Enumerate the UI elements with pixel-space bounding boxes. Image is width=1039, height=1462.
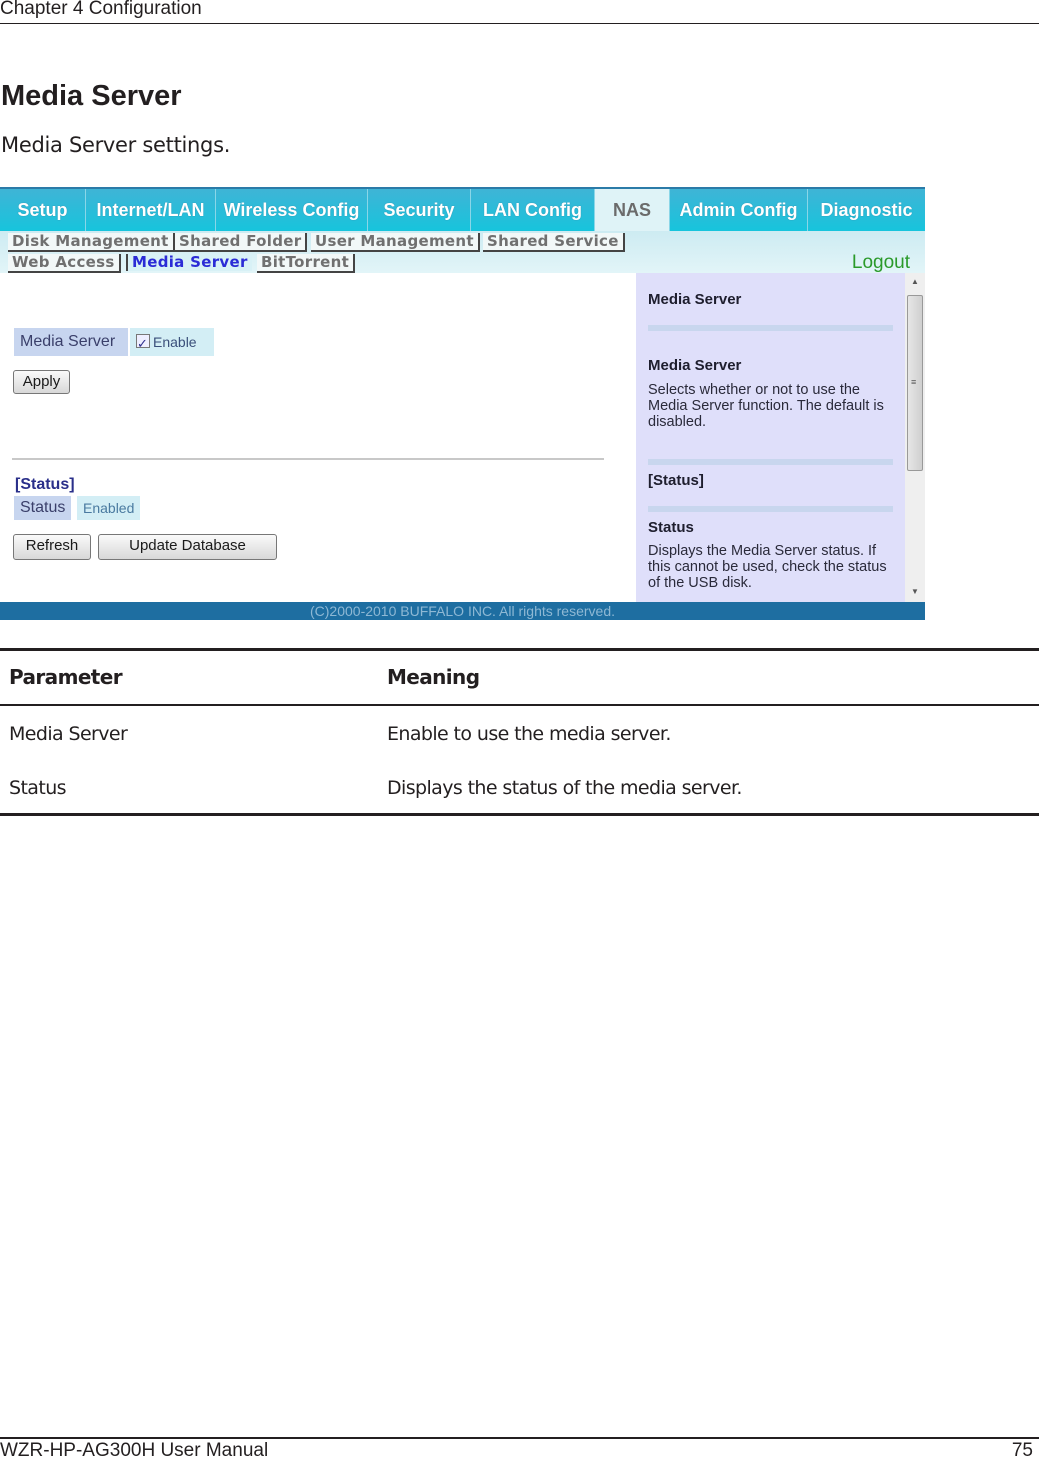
subtab-media-server[interactable]: Media Server: [126, 254, 252, 271]
enable-label: Enable: [153, 334, 197, 350]
table-top-rule: [0, 648, 1039, 651]
status-heading: [Status]: [15, 476, 75, 493]
help-scrollbar[interactable]: ▲ ≡ ▼: [905, 273, 925, 602]
subtab-user-management[interactable]: User Management: [311, 233, 480, 252]
tab-security[interactable]: Security: [368, 189, 471, 231]
sub-nav: Disk Management Shared Folder User Manag…: [0, 231, 925, 273]
status-label: Status: [14, 496, 72, 520]
help-item1-text: Selects whether or not to use the Media …: [648, 382, 884, 430]
tab-admin-config[interactable]: Admin Config: [670, 189, 808, 231]
table-bottom-rule: [0, 813, 1039, 816]
table-header-rule: [0, 704, 1039, 706]
page-subtitle: Media Server settings.: [1, 133, 231, 157]
subtab-disk-management[interactable]: Disk Management: [8, 233, 175, 252]
settings-panel: Media Server Enable Apply [Status] Statu…: [0, 273, 636, 602]
help-title: Media Server: [648, 291, 742, 308]
subtab-shared-service[interactable]: Shared Service: [483, 233, 625, 252]
apply-button[interactable]: Apply: [13, 370, 70, 394]
help-status-heading: [Status]: [648, 472, 704, 489]
subtab-bittorrent[interactable]: BitTorrent: [257, 254, 356, 273]
help-divider: [648, 459, 893, 465]
table-header-meaning: Meaning: [387, 665, 480, 689]
header-rule: [0, 23, 1039, 24]
logout-link[interactable]: Logout: [852, 252, 910, 274]
tab-internet-lan[interactable]: Internet/LAN: [86, 189, 216, 231]
table-cell-parameter: Status: [9, 777, 67, 799]
tab-wireless-config[interactable]: Wireless Config: [216, 189, 368, 231]
table-header-parameter: Parameter: [9, 665, 123, 689]
help-item2-text: Displays the Media Server status. If thi…: [648, 543, 887, 591]
tab-diagnostic[interactable]: Diagnostic: [808, 189, 925, 231]
scrollbar-thumb[interactable]: ≡: [907, 295, 923, 471]
help-panel: Media Server Media Server Selects whethe…: [636, 273, 905, 602]
grip-icon: ≡: [911, 377, 917, 387]
router-ui-screenshot: Setup Internet/LAN Wireless Config Secur…: [0, 187, 925, 620]
table-cell-meaning: Displays the status of the media server.: [387, 777, 742, 799]
section-divider: [12, 458, 604, 460]
copyright-bar: (C)2000-2010 BUFFALO INC. All rights res…: [0, 602, 925, 620]
update-database-button[interactable]: Update Database: [98, 534, 277, 560]
help-item1-title: Media Server: [648, 357, 742, 374]
status-value: Enabled: [77, 496, 141, 520]
enable-field: Enable: [130, 328, 214, 358]
subtab-shared-folder[interactable]: Shared Folder: [175, 233, 308, 252]
tab-nas[interactable]: NAS: [595, 189, 670, 231]
scroll-down-arrow-icon[interactable]: ▼: [911, 587, 919, 596]
table-cell-meaning: Enable to use the media server.: [387, 723, 671, 745]
enable-checkbox[interactable]: [136, 330, 150, 358]
help-divider: [648, 506, 893, 512]
scroll-up-arrow-icon[interactable]: ▲: [911, 277, 919, 286]
table-cell-parameter: Media Server: [9, 723, 128, 745]
footer-rule: [0, 1437, 1039, 1439]
page-title: Media Server: [1, 80, 182, 112]
tab-setup[interactable]: Setup: [0, 189, 86, 231]
chapter-header: Chapter 4 Configuration: [0, 0, 202, 19]
refresh-button[interactable]: Refresh: [13, 534, 91, 560]
help-item2-title: Status: [648, 519, 694, 536]
tab-lan-config[interactable]: LAN Config: [471, 189, 595, 231]
help-divider: [648, 325, 893, 331]
media-server-label: Media Server: [14, 328, 128, 356]
top-nav: Setup Internet/LAN Wireless Config Secur…: [0, 187, 925, 231]
subtab-web-access[interactable]: Web Access: [8, 254, 121, 273]
